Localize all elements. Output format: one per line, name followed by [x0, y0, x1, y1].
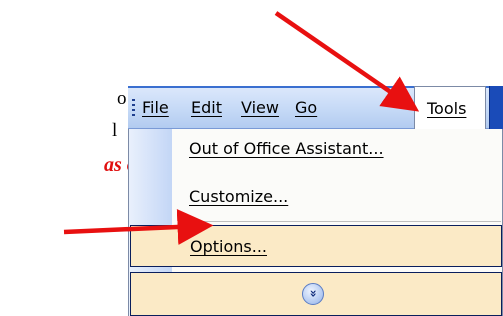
menu-separator: [181, 221, 501, 222]
chevron-double-down-icon: »: [302, 283, 324, 305]
doc-text-line-2: l: [112, 120, 118, 141]
menu-item-customize[interactable]: Customize...: [172, 177, 502, 217]
menu-expand-button[interactable]: »: [130, 272, 502, 316]
doc-text-line-1: o: [117, 88, 127, 109]
menu-bar-overflow[interactable]: [489, 86, 503, 129]
toolbar-grip-handle[interactable]: [132, 99, 135, 119]
chevron-glyph: »: [306, 289, 321, 298]
menu-item-options[interactable]: Options...: [130, 225, 502, 267]
menu-item-out-of-office-assistant[interactable]: Out of Office Assistant...: [172, 129, 502, 169]
tools-dropdown-menu: Out of Office Assistant... Customize... …: [128, 129, 503, 316]
menu-file[interactable]: File: [142, 88, 169, 129]
menu-view[interactable]: View: [241, 88, 279, 129]
menu-go[interactable]: Go: [295, 88, 317, 129]
menu-edit[interactable]: Edit: [191, 88, 222, 129]
menu-tools[interactable]: Tools: [414, 86, 486, 129]
menu-bar: File Edit View Go Tools: [128, 86, 503, 129]
